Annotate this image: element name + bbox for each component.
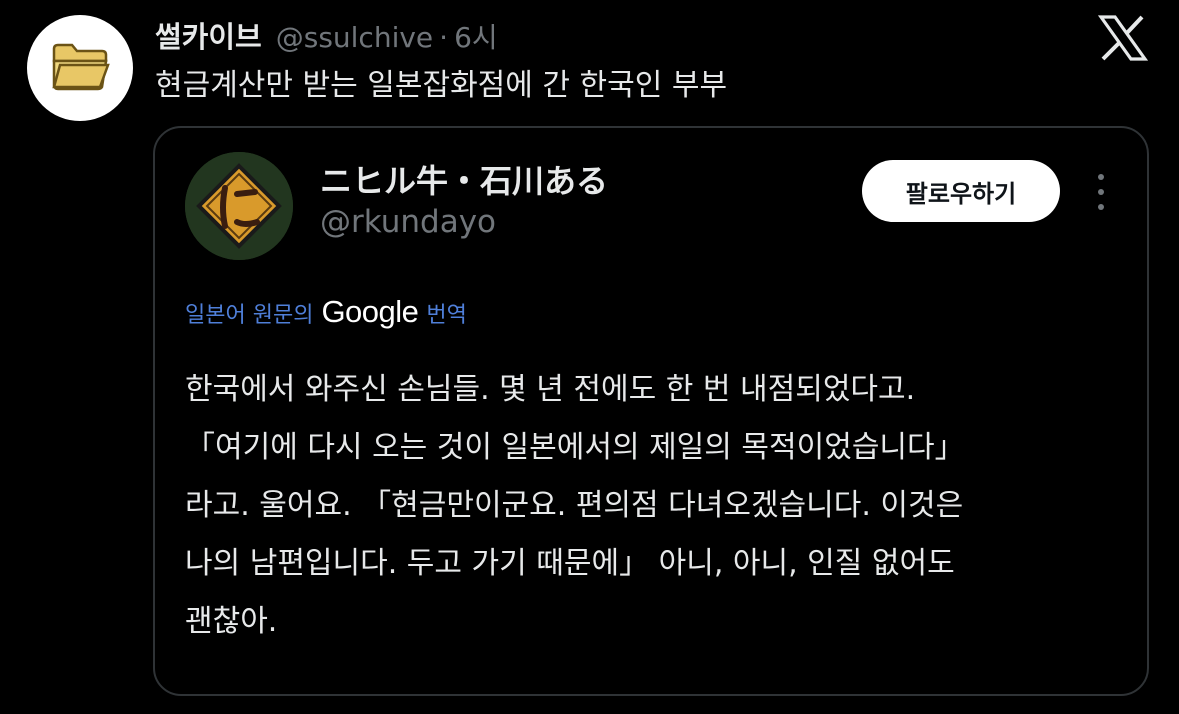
more-dot xyxy=(1098,174,1104,180)
follow-button[interactable]: 팔로우하기 xyxy=(862,160,1060,222)
avatar[interactable] xyxy=(27,15,133,121)
post-text: 현금계산만 받는 일본잡화점에 간 한국인 부부 xyxy=(155,68,728,103)
quoted-text-line: 라고. 울어요. 「현금만이군요. 편의점 다녀오겠습니다. 이것은 xyxy=(185,488,964,523)
ni-sign-logo-icon xyxy=(185,152,293,260)
more-dot xyxy=(1098,189,1104,195)
quoted-text-line: 「여기에 다시 오는 것이 일본에서의 제일의 목적이었습니다」 xyxy=(185,430,965,465)
translation-prefix: 일본어 원문의 xyxy=(185,303,314,328)
translation-notice[interactable]: 일본어 원문의 Google 번역 xyxy=(185,294,467,330)
translation-suffix: 번역 xyxy=(426,303,467,328)
quoted-text-line: 한국에서 와주신 손님들. 몇 년 전에도 한 번 내점되었다고. xyxy=(185,372,916,407)
quoted-avatar[interactable] xyxy=(185,152,293,260)
x-logo-icon xyxy=(1098,15,1148,61)
post-handle[interactable]: @ssulchive xyxy=(276,21,433,54)
google-wordmark: Google xyxy=(321,294,419,329)
post-display-name[interactable]: 썰카이브 xyxy=(155,14,262,56)
quoted-text-line: 나의 남편입니다. 두고 가기 때문에」 아니, 아니, 인질 없어도 xyxy=(185,546,955,581)
post-header: 썰카이브 @ssulchive · 6시 xyxy=(155,14,498,54)
post-separator: · xyxy=(439,21,449,54)
post-timestamp[interactable]: 6시 xyxy=(454,16,498,56)
quoted-text-line: 괜찮아. xyxy=(185,604,278,639)
quoted-handle[interactable]: @rkundayo xyxy=(320,204,496,240)
more-vertical-icon[interactable] xyxy=(1091,174,1111,210)
more-dot xyxy=(1098,204,1104,210)
quoted-display-name[interactable]: ニヒル牛・石川ある xyxy=(320,156,608,202)
folder-icon xyxy=(52,43,110,91)
quoted-post-text: 한국에서 와주신 손님들. 몇 년 전에도 한 번 내점되었다고. 「여기에 다… xyxy=(185,361,1135,651)
quoted-post-card[interactable]: ニヒル牛・石川ある @rkundayo 팔로우하기 일본어 원문의 Google… xyxy=(153,126,1149,696)
